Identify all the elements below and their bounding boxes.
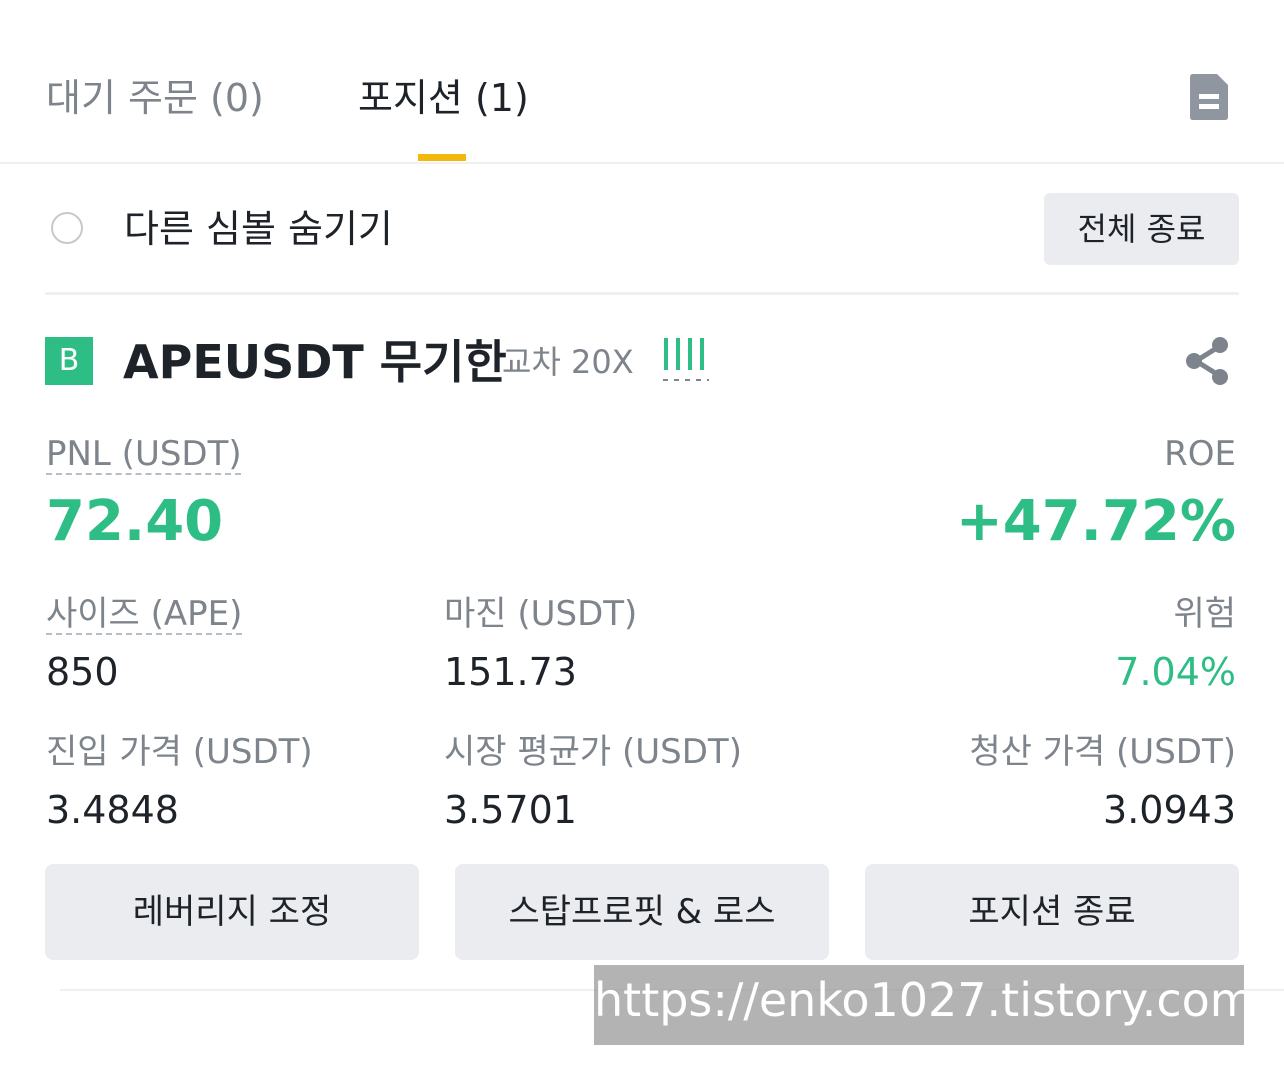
liquidation-price-value: 3.0943 (1103, 788, 1236, 832)
hide-other-symbols-label[interactable]: 다른 심볼 숨기기 (124, 204, 393, 254)
divider (45, 292, 1239, 295)
hide-other-symbols-radio[interactable] (51, 212, 83, 244)
tab-open-orders[interactable]: 대기 주문 (0) (46, 74, 264, 122)
mark-price-label: 시장 평균가 (USDT) (444, 732, 742, 772)
positions-screen: 대기 주문 (0) 포지션 (1) 다른 심볼 숨기기 전체 종료 B APEU… (0, 0, 1284, 1085)
risk-value: 7.04% (1115, 650, 1236, 694)
roe-value: +47.72% (955, 489, 1236, 554)
mark-price-value: 3.5701 (444, 788, 577, 832)
tab-bar: 대기 주문 (0) 포지션 (1) (0, 0, 1284, 164)
position-symbol[interactable]: APEUSDT 무기한 (123, 334, 507, 390)
entry-price-label: 진입 가격 (USDT) (46, 732, 313, 772)
entry-price-value: 3.4848 (46, 788, 179, 832)
margin-label: 마진 (USDT) (444, 594, 638, 634)
document-icon[interactable] (1190, 74, 1228, 120)
risk-label: 위험 (1173, 594, 1236, 634)
active-tab-indicator (418, 154, 466, 161)
close-position-button[interactable]: 포지션 종료 (865, 864, 1239, 960)
adjust-leverage-button[interactable]: 레버리지 조정 (45, 864, 419, 960)
tab-positions[interactable]: 포지션 (1) (358, 74, 529, 122)
liquidation-price-label: 청산 가격 (USDT) (969, 732, 1236, 772)
close-all-button[interactable]: 전체 종료 (1044, 193, 1239, 265)
tp-sl-button[interactable]: 스탑프로핏 & 로스 (455, 864, 829, 960)
margin-mode-leverage: 교차 20X (502, 343, 634, 381)
watermark: https://enko1027.tistory.com (594, 965, 1244, 1045)
leverage-bars-icon[interactable] (663, 338, 709, 382)
size-value: 850 (46, 650, 119, 694)
margin-value: 151.73 (444, 650, 577, 694)
pnl-label[interactable]: PNL (USDT) (46, 434, 242, 474)
side-badge: B (45, 337, 93, 385)
size-label[interactable]: 사이즈 (APE) (46, 594, 242, 634)
pnl-value: 72.40 (46, 489, 224, 554)
roe-label: ROE (1164, 434, 1236, 474)
share-icon[interactable] (1184, 336, 1232, 386)
